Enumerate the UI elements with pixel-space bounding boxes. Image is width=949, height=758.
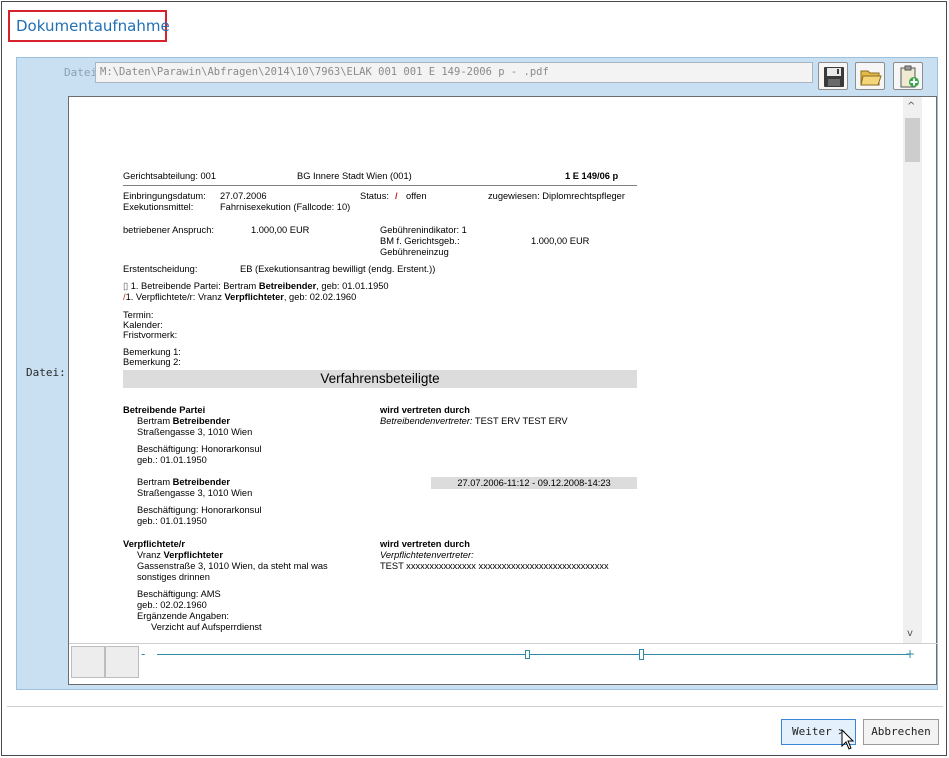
bp-first-name: Bertram bbox=[137, 416, 173, 426]
doc-gebuehr3: Gebühreneinzug bbox=[380, 247, 449, 257]
file-panel: Datei M:\Daten\Parawin\Abfragen\2014\10\… bbox=[16, 57, 938, 690]
doc-erstentscheidung-label: Erstentscheidung: bbox=[123, 264, 198, 274]
doc-fristvormerk: Fristvormerk: bbox=[123, 330, 178, 340]
mouse-cursor-icon bbox=[841, 729, 855, 750]
save-icon bbox=[824, 67, 844, 87]
doc-bp-vertreter: Betreibendenvertreter: TEST ERV TEST ERV bbox=[380, 416, 568, 427]
party2-name: Verpflichteter bbox=[224, 292, 284, 302]
zoom-slider-marker bbox=[525, 650, 530, 659]
document-page[interactable]: Gerichtsabteilung: 001 BG Innere Stadt W… bbox=[69, 97, 903, 643]
doc-vp-name: Vranz Verpflichteter bbox=[137, 550, 223, 561]
doc-gebuehr1: Gebührenindikator: 1 bbox=[380, 225, 467, 235]
doc-vp-heading: Verpflichtete/r bbox=[123, 539, 186, 549]
doc-bp-beschaeftigung: Beschäftigung: Honorarkonsul bbox=[137, 444, 262, 454]
vp-last-name: Verpflichteter bbox=[163, 550, 223, 560]
page-prev-button[interactable] bbox=[71, 646, 105, 678]
bp2-last-name: Betreibender bbox=[172, 477, 231, 487]
doc-vp-address2: sonstiges drinnen bbox=[137, 572, 210, 582]
doc-bp-vertreten: wird vertreten durch bbox=[380, 405, 470, 415]
footer-divider bbox=[7, 706, 943, 707]
person-icon: ▯ bbox=[123, 281, 129, 291]
open-folder-button[interactable] bbox=[855, 62, 885, 90]
section-title: Verfahrensbeteiligte bbox=[123, 370, 637, 388]
file-label-top: Datei bbox=[64, 66, 98, 79]
pdf-viewer[interactable]: Gerichtsabteilung: 001 BG Innere Stadt W… bbox=[68, 96, 938, 685]
open-folder-icon bbox=[860, 70, 882, 86]
doc-vp-geb: geb.: 02.02.1960 bbox=[137, 600, 207, 610]
save-button[interactable] bbox=[818, 62, 848, 90]
doc-exekutionsmittel-value: Fahrnisexekution (Fallcode: 10) bbox=[220, 202, 351, 212]
zoom-out-icon[interactable]: - bbox=[141, 648, 145, 660]
divider bbox=[123, 185, 637, 186]
doc-erstentscheidung-value: EB (Exekutionsantrag bewilligt (endg. Er… bbox=[240, 264, 436, 274]
doc-party1: ▯ 1. Betreibende Partei: Bertram Betreib… bbox=[123, 281, 389, 292]
doc-vp-beschaeftigung: Beschäftigung: AMS bbox=[137, 589, 221, 599]
bp-last-name: Betreibender bbox=[172, 416, 231, 426]
doc-gebuehr2-value: 1.000,00 EUR bbox=[531, 236, 590, 246]
doc-einbringung-value: 27.07.2006 bbox=[220, 191, 267, 201]
page-next-button[interactable] bbox=[105, 646, 139, 678]
doc-gerichtsabteilung: Gerichtsabteilung: 001 bbox=[123, 171, 217, 181]
doc-anspruch-value: 1.000,00 EUR bbox=[251, 225, 310, 235]
doc-gebuehr2: BM f. Gerichtsgeb.: bbox=[380, 236, 460, 246]
doc-vp-vertreter-label: Verpflichtetenvertreter: bbox=[380, 550, 474, 560]
party2-suffix: , geb: 02.02.1960 bbox=[283, 292, 357, 302]
doc-bp-heading: Betreibende Partei bbox=[123, 405, 206, 415]
bp-vertreter-label: Betreibendenvertreter: bbox=[380, 416, 473, 426]
doc-party2: /1. Verpflichtete/r: Vranz Verpflichtete… bbox=[123, 292, 356, 303]
doc-vp-vertreten: wird vertreten durch bbox=[380, 539, 470, 549]
doc-bemerkung2: Bemerkung 2: bbox=[123, 357, 181, 367]
file-label-left: Datei: bbox=[26, 366, 66, 379]
doc-court: BG Innere Stadt Wien (001) bbox=[297, 171, 412, 181]
vp-first-name: Vranz bbox=[137, 550, 164, 560]
doc-bp2-daterange: 27.07.2006-11:12 - 09.12.2008-14:23 bbox=[431, 477, 637, 489]
zoom-slider-track[interactable] bbox=[157, 654, 909, 655]
bp2-first-name: Bertram bbox=[137, 477, 173, 487]
bp-vertreter-value: TEST ERV TEST ERV bbox=[472, 416, 568, 426]
doc-bp-geb: geb.: 01.01.1950 bbox=[137, 455, 207, 465]
scroll-thumb[interactable] bbox=[905, 118, 920, 162]
zoom-slider-thumb[interactable] bbox=[639, 649, 644, 660]
doc-vp-ergaenzend: Ergänzende Angaben: bbox=[137, 611, 230, 621]
party1-name: Betreibender bbox=[258, 281, 317, 291]
cancel-button[interactable]: Abbrechen bbox=[863, 719, 939, 745]
doc-case-number: 1 E 149/06 p bbox=[565, 171, 619, 181]
dialog-title: Dokumentaufnahme bbox=[8, 10, 170, 42]
zoom-in-icon[interactable]: + bbox=[905, 648, 915, 660]
doc-bp2-beschaeftigung: Beschäftigung: Honorarkonsul bbox=[137, 505, 262, 515]
file-path-field[interactable]: M:\Daten\Parawin\Abfragen\2014\10\7963\E… bbox=[95, 62, 813, 83]
scroll-down-arrow-icon[interactable]: v bbox=[907, 628, 913, 639]
clipboard-add-icon bbox=[900, 65, 919, 88]
vertical-scrollbar[interactable]: ^ v bbox=[903, 97, 922, 643]
doc-status-label: Status: bbox=[360, 191, 389, 201]
party1-suffix: , geb: 01.01.1950 bbox=[316, 281, 389, 291]
doc-bp2-geb: geb.: 01.01.1950 bbox=[137, 516, 207, 526]
doc-vp-verzicht: Verzicht auf Aufsperrdienst bbox=[151, 622, 262, 632]
doc-status-value: offen bbox=[406, 191, 427, 201]
doc-exekutionsmittel-label: Exekutionsmittel: bbox=[123, 202, 194, 212]
doc-vp-vertreter-value: TEST xxxxxxxxxxxxxxx xxxxxxxxxxxxxxxxxxx… bbox=[380, 561, 609, 571]
doc-vp-address1: Gassenstraße 3, 1010 Wien, da steht mal … bbox=[137, 561, 328, 571]
viewer-divider bbox=[69, 643, 938, 644]
doc-einbringung-label: Einbringungsdatum: bbox=[123, 191, 206, 201]
doc-zugewiesen: zugewiesen: Diplomrechtspfleger bbox=[488, 191, 625, 201]
doc-bp2-address: Straßengasse 3, 1010 Wien bbox=[137, 488, 253, 498]
dialog-window: Dokumentaufnahme Datei M:\Daten\Parawin\… bbox=[1, 1, 947, 756]
party2-prefix: 1. Verpflichtete/r: Vranz bbox=[125, 292, 225, 302]
party1-prefix: 1. Betreibende Partei: Bertram bbox=[130, 281, 259, 291]
doc-bp-name: Bertram Betreibender bbox=[137, 416, 230, 427]
doc-bp-address: Straßengasse 3, 1010 Wien bbox=[137, 427, 253, 437]
status-flag-icon: / bbox=[395, 191, 398, 201]
scroll-up-arrow-icon[interactable]: ^ bbox=[907, 101, 915, 112]
doc-anspruch-label: betriebener Anspruch: bbox=[123, 225, 214, 235]
doc-bp2-name: Bertram Betreibender bbox=[137, 477, 230, 488]
add-document-button[interactable] bbox=[893, 62, 923, 90]
